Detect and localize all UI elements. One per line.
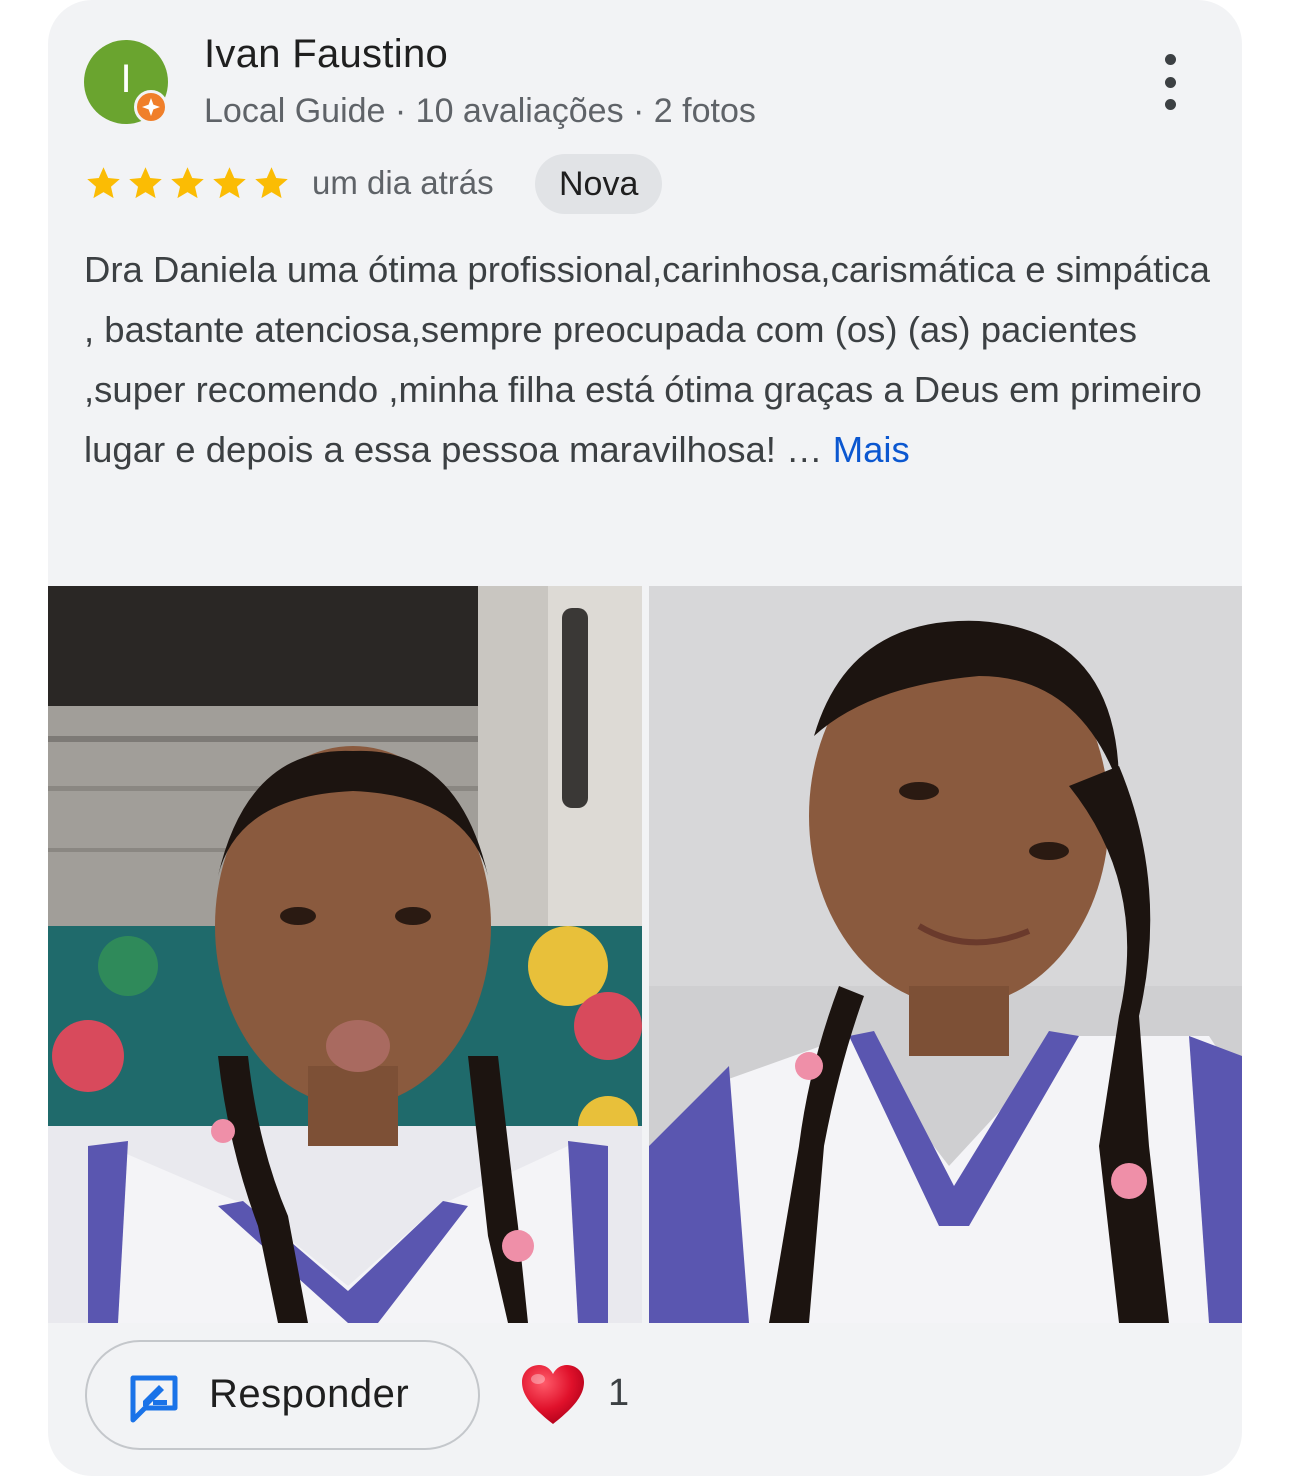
reply-button[interactable]: Responder (85, 1340, 480, 1450)
star-icon (171, 167, 204, 199)
author-meta: Local Guide · 10 avaliações · 2 fotos (204, 92, 756, 130)
reply-icon (130, 1375, 178, 1423)
reaction-count: 1 (608, 1372, 630, 1414)
star-icon (255, 167, 288, 199)
local-guide-badge-icon (134, 90, 168, 124)
star-rating (84, 164, 291, 203)
star-icon (87, 167, 120, 199)
more-options-icon[interactable] (1148, 54, 1192, 110)
reply-label: Responder (209, 1372, 410, 1416)
review-card: I Ivan Faustino Local Guide · 10 avaliaç… (48, 0, 1242, 1476)
more-link[interactable]: Mais (833, 429, 910, 470)
new-badge: Nova (535, 154, 663, 214)
ellipsis: … (786, 429, 823, 470)
review-text: Dra Daniela uma ótima profissional,carin… (84, 249, 1210, 470)
review-time: um dia atrás (312, 164, 494, 201)
dot (1164, 54, 1176, 65)
review-text-block: Dra Daniela uma ótima profissional,carin… (84, 240, 1214, 480)
avatar-letter: I (120, 56, 132, 101)
dot (1164, 99, 1176, 110)
review-photo-1[interactable] (48, 586, 642, 1323)
author-name[interactable]: Ivan Faustino (204, 32, 448, 77)
heart-icon[interactable] (520, 1364, 586, 1426)
star-icon (213, 167, 246, 199)
review-photo-2[interactable] (649, 586, 1242, 1323)
star-icon (129, 167, 162, 199)
dot (1164, 76, 1176, 88)
